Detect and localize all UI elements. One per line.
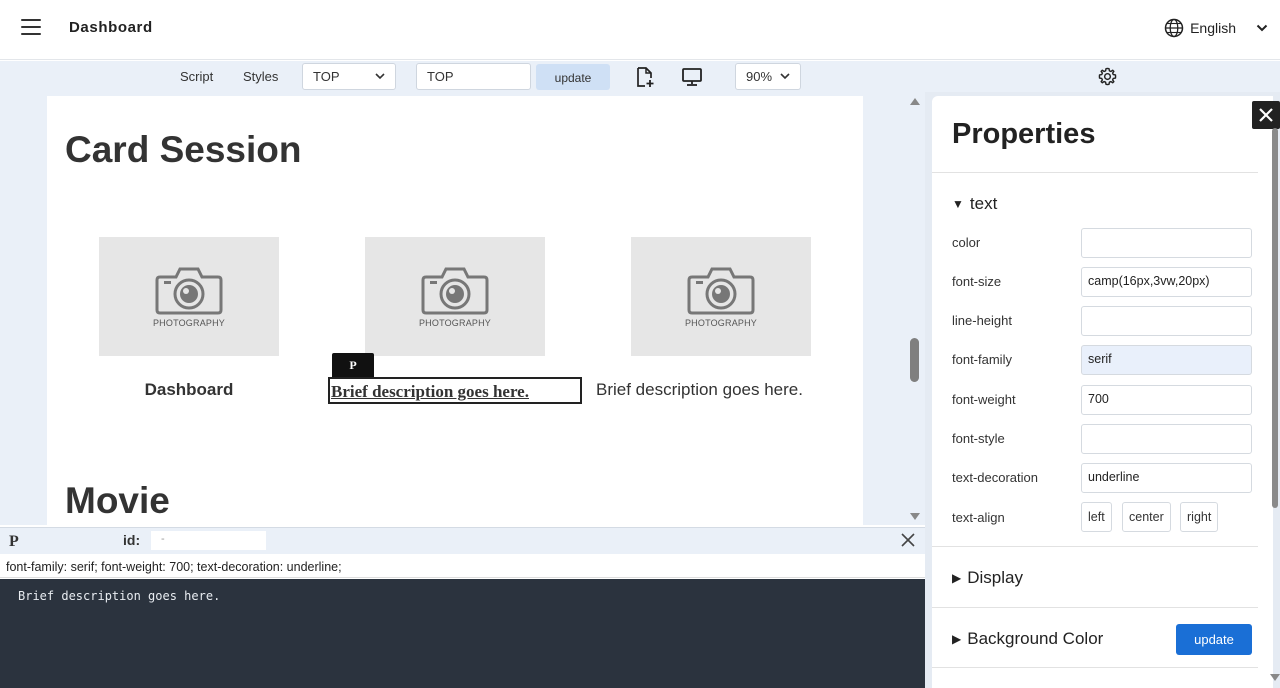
page-select-value: TOP: [313, 69, 340, 84]
properties-title: Properties: [952, 118, 1096, 150]
properties-scrollbar-thumb[interactable]: [1272, 128, 1278, 508]
font-weight-input[interactable]: 700: [1081, 385, 1252, 415]
card-title[interactable]: Dashboard: [99, 380, 279, 400]
chevron-down-icon: [780, 73, 790, 80]
desktop-icon[interactable]: [681, 67, 703, 87]
text-decoration-label: text-decoration: [952, 470, 1038, 485]
id-label: id:: [123, 532, 141, 548]
text-section-label: text: [969, 194, 998, 213]
scrollbar-thumb[interactable]: [910, 338, 919, 382]
chevron-down-icon: [1256, 24, 1268, 32]
card-image[interactable]: PHOTOGRAPHY: [631, 237, 811, 356]
selected-card-description[interactable]: Brief description goes here.: [328, 377, 582, 404]
inline-style-field[interactable]: font-family: serif; font-weight: 700; te…: [0, 556, 925, 578]
properties-panel: Properties ▼ text color font-size camp(1…: [932, 96, 1273, 688]
display-section-toggle[interactable]: ▶ Display: [952, 568, 1023, 588]
menu-icon[interactable]: [21, 19, 41, 37]
id-input[interactable]: -: [151, 531, 266, 550]
line-height-label: line-height: [952, 313, 1012, 328]
display-section-label: Display: [967, 568, 1023, 587]
card-session-heading[interactable]: Card Session: [65, 129, 301, 171]
align-left-button[interactable]: left: [1081, 502, 1112, 532]
language-label: English: [1190, 20, 1236, 36]
text-decoration-input[interactable]: underline: [1081, 463, 1252, 493]
content-editor[interactable]: Brief description goes here.: [0, 579, 925, 688]
camera-icon: [687, 267, 755, 315]
camera-icon: [421, 267, 489, 315]
color-label: color: [952, 235, 981, 250]
card-image-caption: PHOTOGRAPHY: [418, 318, 492, 328]
line-height-input[interactable]: [1081, 306, 1252, 336]
card-description[interactable]: Brief description goes here.: [596, 380, 803, 400]
movie-heading[interactable]: Movie: [65, 480, 170, 522]
properties-panel-wrapper: Properties ▼ text color font-size camp(1…: [925, 92, 1280, 688]
font-family-input[interactable]: serif: [1081, 345, 1252, 375]
card-image-caption: PHOTOGRAPHY: [684, 318, 758, 328]
font-size-label: font-size: [952, 274, 1002, 289]
element-info-bar: P id: -: [0, 527, 925, 554]
app-title: Dashboard: [69, 19, 153, 36]
divider: [932, 546, 1258, 547]
color-input[interactable]: [1081, 228, 1252, 258]
close-icon[interactable]: [900, 532, 916, 548]
zoom-select-value: 90%: [746, 69, 773, 84]
scroll-down-arrow-icon[interactable]: [910, 513, 920, 520]
font-style-label: font-style: [952, 431, 1005, 446]
gear-icon[interactable]: [1098, 67, 1117, 86]
close-icon: [1259, 108, 1273, 122]
editor-canvas: Card Session PHOTOGRAPHY PHOTOGRAPHY PHO…: [0, 92, 925, 525]
editor-toolbar: Script Styles TOP TOP update 90%: [0, 61, 1280, 92]
font-size-input[interactable]: camp(16px,3vw,20px): [1081, 267, 1252, 297]
scroll-up-arrow-icon[interactable]: [910, 98, 920, 105]
app-header: Dashboard English: [0, 0, 1280, 60]
background-section-label: Background Color: [967, 629, 1104, 648]
properties-close-button[interactable]: [1252, 101, 1280, 129]
divider: [932, 172, 1258, 173]
divider: [932, 607, 1258, 608]
triangle-right-icon: ▶: [952, 571, 962, 585]
page-name-input[interactable]: TOP: [416, 63, 531, 90]
divider: [932, 667, 1258, 668]
page-preview: Card Session PHOTOGRAPHY PHOTOGRAPHY PHO…: [47, 96, 863, 525]
font-style-input[interactable]: [1081, 424, 1252, 454]
background-section-toggle[interactable]: ▶ Background Color: [952, 629, 1103, 649]
font-weight-label: font-weight: [952, 392, 1016, 407]
card-image-caption: PHOTOGRAPHY: [152, 318, 226, 328]
language-selector[interactable]: English: [1164, 18, 1268, 38]
camera-icon: [155, 267, 223, 315]
align-center-button[interactable]: center: [1122, 502, 1171, 532]
scroll-down-arrow-icon[interactable]: [1270, 674, 1280, 681]
triangle-right-icon: ▶: [952, 632, 962, 646]
triangle-down-icon: ▼: [952, 197, 964, 211]
add-page-icon[interactable]: [634, 66, 656, 88]
properties-update-button[interactable]: update: [1176, 624, 1252, 655]
align-right-button[interactable]: right: [1180, 502, 1219, 532]
card-image[interactable]: PHOTOGRAPHY: [365, 237, 545, 356]
globe-icon: [1164, 18, 1184, 38]
page-select[interactable]: TOP: [302, 63, 396, 90]
selected-element-tag: P: [332, 353, 374, 377]
text-align-label: text-align: [952, 510, 1005, 525]
styles-tab[interactable]: Styles: [243, 69, 278, 84]
font-family-label: font-family: [952, 352, 1012, 367]
canvas-scrollbar[interactable]: [905, 92, 923, 525]
script-tab[interactable]: Script: [180, 69, 213, 84]
chevron-down-icon: [375, 73, 385, 80]
card-image[interactable]: PHOTOGRAPHY: [99, 237, 279, 356]
text-section-toggle[interactable]: ▼ text: [952, 194, 997, 214]
zoom-select[interactable]: 90%: [735, 63, 801, 90]
toolbar-update-button[interactable]: update: [536, 64, 610, 90]
element-tag-label: P: [9, 533, 19, 550]
